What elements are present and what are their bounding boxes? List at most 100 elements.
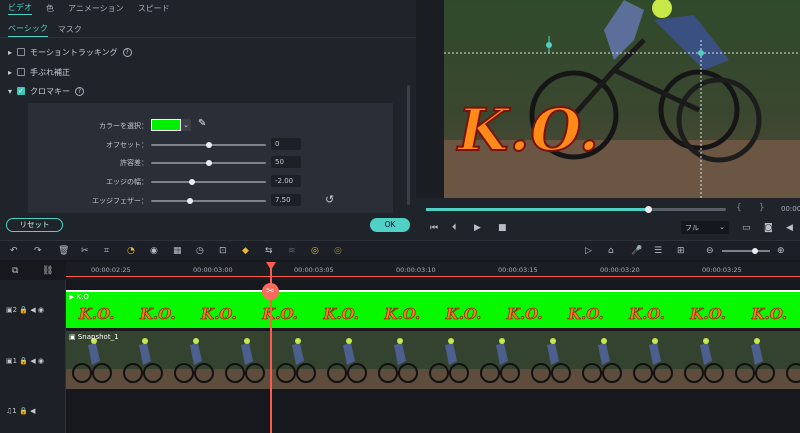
audio-icon[interactable]: ◀ bbox=[30, 306, 35, 314]
auto-icon[interactable]: ◎ bbox=[334, 246, 342, 256]
fit-icon[interactable]: ⊡ bbox=[219, 246, 227, 256]
edge-feather-slider[interactable] bbox=[151, 198, 266, 204]
tab-mask[interactable]: マスク bbox=[58, 24, 82, 35]
mixer-icon[interactable]: ☰ bbox=[654, 246, 662, 256]
edge-width-value[interactable]: -2.00 bbox=[271, 175, 301, 187]
playhead-handle[interactable] bbox=[266, 262, 276, 270]
delete-icon[interactable]: 🗑 bbox=[58, 246, 69, 256]
playback-scrubber[interactable] bbox=[645, 206, 652, 213]
redo-icon[interactable]: ↷ bbox=[34, 246, 42, 256]
tab-basic[interactable]: ベーシック bbox=[8, 23, 48, 37]
slider-knob[interactable] bbox=[206, 160, 212, 166]
quality-select[interactable]: フル ⌄ bbox=[681, 221, 729, 234]
mic-icon[interactable]: 🎤 bbox=[631, 246, 642, 256]
slider-knob[interactable] bbox=[187, 198, 193, 204]
undo-icon[interactable]: ↶ bbox=[10, 246, 18, 256]
prev-frame-icon[interactable]: ⏮ bbox=[430, 223, 438, 233]
zoom-slider[interactable] bbox=[722, 248, 770, 254]
clip-thumb-label: K.O. bbox=[384, 305, 421, 324]
chevron-down-icon: ⌄ bbox=[719, 223, 725, 231]
clip-title: ▣ Snapshot_1 bbox=[69, 333, 119, 341]
expand-arrow-icon[interactable]: ▸ bbox=[8, 48, 12, 57]
lock-icon[interactable]: 🔒 bbox=[19, 357, 28, 365]
edge-feather-value[interactable]: 7.50 bbox=[271, 194, 301, 206]
chevron-down-icon[interactable]: ⌄ bbox=[181, 119, 191, 131]
play-icon[interactable]: ▶ bbox=[474, 223, 481, 233]
timeline-ruler[interactable]: 00:00:02:25 00:00:03:00 00:00:03:05 00:0… bbox=[66, 262, 800, 280]
stabilization-checkbox[interactable] bbox=[17, 68, 26, 76]
ko-clip[interactable]: ▶ K.O K.O. K.O. K.O. K.O. K.O. K.O. K.O.… bbox=[66, 290, 800, 328]
keyframe-icon[interactable]: ◆ bbox=[242, 246, 249, 256]
eyedropper-icon[interactable]: ✎ bbox=[198, 118, 206, 129]
eye-icon[interactable]: ◉ bbox=[38, 357, 44, 365]
crop-icon[interactable]: ⌗ bbox=[104, 246, 109, 256]
zoom-knob[interactable] bbox=[752, 248, 758, 254]
snapshot-icon[interactable]: ◙ bbox=[764, 223, 773, 233]
fit-timeline-icon[interactable]: ⊞ bbox=[677, 246, 685, 256]
section-motion-tracking[interactable]: ▸ モーショントラッキング ? bbox=[8, 45, 132, 59]
video-preview[interactable]: K.O. bbox=[444, 0, 800, 198]
stop-icon[interactable]: ■ bbox=[498, 223, 507, 233]
timecode: 00:00 bbox=[781, 205, 800, 213]
video-track-1-header: ▣1 🔒 ◀ ◉ bbox=[6, 357, 45, 365]
clip-thumb-label: K.O. bbox=[751, 305, 788, 324]
tolerance-value[interactable]: 50 bbox=[271, 156, 301, 168]
offset-value[interactable]: 0 bbox=[271, 138, 301, 150]
speed-icon[interactable]: ◔ bbox=[127, 246, 135, 256]
ok-button[interactable]: OK bbox=[370, 218, 410, 232]
cut-icon[interactable]: ✂ bbox=[81, 246, 89, 256]
motion-tracking-checkbox[interactable] bbox=[17, 48, 26, 56]
tab-speed[interactable]: スピード bbox=[138, 3, 170, 14]
video-subtabs: ベーシック マスク bbox=[0, 22, 416, 38]
tab-animation[interactable]: アニメーション bbox=[68, 3, 124, 14]
color-icon[interactable]: ◉ bbox=[150, 246, 158, 256]
ko-overlay-text[interactable]: K.O. bbox=[457, 95, 600, 165]
expand-arrow-icon[interactable]: ▸ bbox=[8, 68, 12, 77]
scissors-icon[interactable]: ✂ bbox=[262, 283, 279, 300]
color-select-label: カラーを選択： bbox=[99, 122, 148, 130]
ruler-label: 00:00:02:25 bbox=[91, 266, 131, 274]
edge-width-slider[interactable] bbox=[151, 179, 266, 185]
render-icon[interactable]: ▷ bbox=[585, 246, 592, 256]
add-track-icon[interactable]: ⧉ bbox=[12, 266, 18, 276]
section-chroma-key[interactable]: ▾ ✓ クロマキー ? bbox=[8, 84, 85, 98]
zoom-in-icon[interactable]: ⊕ bbox=[777, 246, 785, 256]
lock-icon[interactable]: 🔒 bbox=[19, 306, 28, 314]
tab-color[interactable]: 色 bbox=[46, 3, 54, 14]
snapshot-thumbnails bbox=[66, 331, 800, 389]
link-icon[interactable]: ⛓ bbox=[42, 266, 53, 276]
lock-icon[interactable]: 🔒 bbox=[19, 407, 28, 415]
help-icon[interactable]: ? bbox=[75, 86, 85, 96]
ruler-label: 00:00:03:15 bbox=[498, 266, 538, 274]
display-icon[interactable]: ▭ bbox=[742, 223, 751, 233]
reset-button[interactable]: リセット bbox=[6, 218, 63, 232]
split-audio-icon[interactable]: ⇆ bbox=[265, 246, 273, 256]
audio-icon[interactable]: ◀ bbox=[30, 357, 35, 365]
marker-icon[interactable]: ⌂ bbox=[608, 246, 614, 256]
tolerance-slider[interactable] bbox=[151, 160, 266, 166]
slider-knob[interactable] bbox=[206, 142, 212, 148]
offset-slider[interactable] bbox=[151, 142, 266, 148]
reset-param-icon[interactable]: ↺ bbox=[325, 193, 334, 206]
playback-progress-bar[interactable] bbox=[426, 206, 726, 213]
color-swatch[interactable] bbox=[151, 119, 181, 131]
collapse-arrow-icon[interactable]: ▾ bbox=[8, 87, 12, 96]
timer-icon[interactable]: ◷ bbox=[196, 246, 204, 256]
tab-video[interactable]: ビデオ bbox=[8, 2, 32, 15]
chroma-key-checkbox[interactable]: ✓ bbox=[17, 87, 26, 95]
section-stabilization[interactable]: ▸ 手ぶれ補正 bbox=[8, 65, 70, 79]
stabilize-icon[interactable]: ◎ bbox=[311, 246, 319, 256]
snapshot-clip[interactable]: ▣ Snapshot_1 bbox=[66, 331, 800, 389]
zoom-out-icon[interactable]: ⊖ bbox=[706, 246, 714, 256]
audio-icon[interactable]: ◀ bbox=[30, 407, 35, 415]
audio-wave-icon[interactable]: ≋ bbox=[288, 246, 296, 256]
eye-icon[interactable]: ◉ bbox=[38, 306, 44, 314]
step-back-icon[interactable]: ⏴ bbox=[452, 223, 457, 233]
mask-icon[interactable]: ▦ bbox=[173, 246, 182, 256]
help-icon[interactable]: ? bbox=[122, 47, 132, 57]
slider-knob[interactable] bbox=[189, 179, 195, 185]
clip-thumb-label: K.O. bbox=[78, 305, 115, 324]
panel-scrollbar[interactable] bbox=[407, 85, 410, 205]
mark-brackets[interactable]: { } bbox=[736, 203, 765, 213]
volume-icon[interactable]: ◀ bbox=[786, 223, 793, 233]
